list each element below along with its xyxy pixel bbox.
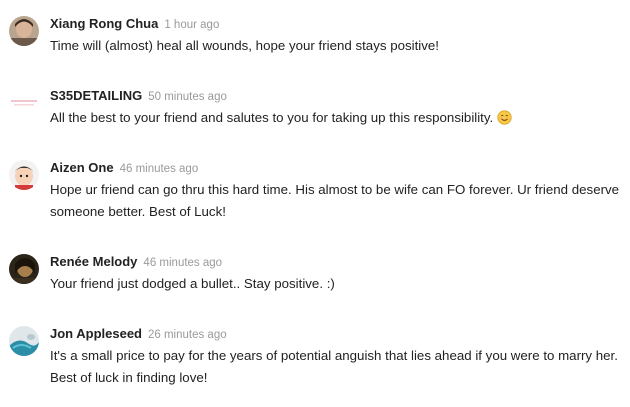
comment-text: It's a small price to pay for the years … xyxy=(50,348,618,385)
comment-text: Time will (almost) heal all wounds, hope… xyxy=(50,38,439,53)
comment-text: Hope ur friend can go thru this hard tim… xyxy=(50,182,620,219)
comment-author[interactable]: S35DETAILING xyxy=(50,88,142,103)
comment-meta: Jon Appleseed 26 minutes ago xyxy=(50,326,227,343)
comment-meta: Aizen One 46 minutes ago xyxy=(50,160,198,177)
comment-text-content: All the best to your friend and salutes … xyxy=(50,110,494,125)
comment-author[interactable]: Aizen One xyxy=(50,160,114,175)
avatar[interactable] xyxy=(9,160,39,190)
avatar[interactable] xyxy=(9,88,39,118)
comment-timestamp[interactable]: 46 minutes ago xyxy=(120,163,199,175)
avatar[interactable] xyxy=(9,16,39,46)
comment-author[interactable]: Jon Appleseed xyxy=(50,326,142,341)
comment-author[interactable]: Renée Melody xyxy=(50,254,137,269)
comment-meta: Renée Melody 46 minutes ago xyxy=(50,254,222,271)
comment-timestamp[interactable]: 1 hour ago xyxy=(164,19,219,31)
avatar[interactable] xyxy=(9,254,39,284)
comment-text: Your friend just dodged a bullet.. Stay … xyxy=(50,276,335,291)
comment-timestamp[interactable]: 26 minutes ago xyxy=(148,329,227,341)
comment-author[interactable]: Xiang Rong Chua xyxy=(50,16,158,31)
comment-timestamp[interactable]: 46 minutes ago xyxy=(143,257,222,269)
comment-timestamp[interactable]: 50 minutes ago xyxy=(148,91,227,103)
smiling-face-emoji-icon xyxy=(497,110,512,125)
avatar[interactable] xyxy=(9,326,39,356)
comment-meta: Xiang Rong Chua 1 hour ago xyxy=(50,16,219,33)
comment-meta: S35DETAILING 50 minutes ago xyxy=(50,88,227,105)
comment-text: All the best to your friend and salutes … xyxy=(50,107,622,129)
